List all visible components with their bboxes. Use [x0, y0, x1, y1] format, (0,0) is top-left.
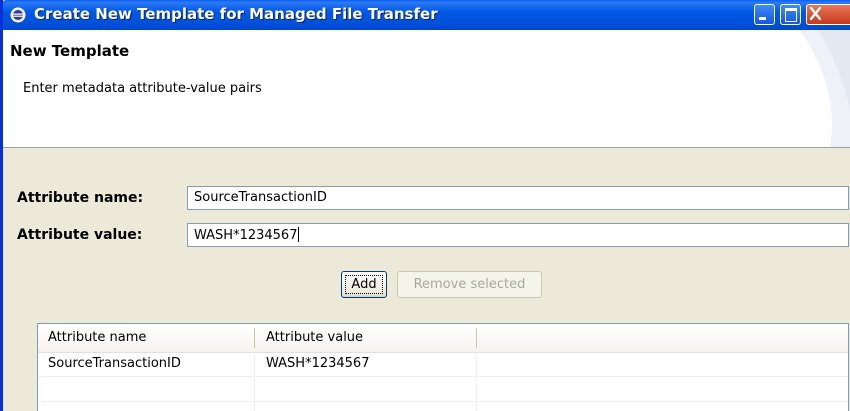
cell-attribute-name: SourceTransactionID	[48, 356, 181, 371]
page-title: New Template	[10, 42, 130, 60]
remove-selected-label: Remove selected	[413, 277, 526, 292]
attributes-table[interactable]: Attribute name Attribute value SourceTra…	[37, 323, 849, 411]
minimize-button[interactable]	[754, 4, 775, 25]
close-button[interactable]	[806, 4, 850, 25]
column-divider[interactable]	[476, 328, 477, 348]
attribute-name-label: Attribute name:	[17, 190, 144, 206]
focus-rect	[345, 275, 383, 294]
banner-graphic	[800, 30, 850, 147]
attribute-name-value: SourceTransactionID	[194, 190, 327, 205]
attribute-value-label: Attribute value:	[17, 227, 143, 243]
page-description: Enter metadata attribute-value pairs	[23, 81, 262, 96]
remove-selected-button[interactable]: Remove selected	[397, 271, 542, 298]
cell-attribute-value: WASH*1234567	[266, 356, 370, 371]
window-title: Create New Template for Managed File Tra…	[34, 5, 438, 23]
dialog-window: Create New Template for Managed File Tra…	[0, 0, 850, 411]
table-row[interactable]: SourceTransactionID WASH*1234567	[38, 352, 848, 377]
column-header-attribute-value[interactable]: Attribute value	[266, 330, 363, 345]
attribute-value-value: WASH*1234567	[194, 228, 298, 243]
column-header-attribute-name[interactable]: Attribute name	[48, 330, 146, 345]
title-bar[interactable]: Create New Template for Managed File Tra…	[3, 0, 850, 30]
close-icon	[809, 6, 822, 21]
text-caret	[298, 227, 300, 242]
attribute-value-input[interactable]: WASH*1234567	[187, 223, 849, 247]
wizard-banner: New Template Enter metadata attribute-va…	[3, 30, 850, 148]
eclipse-icon	[10, 7, 26, 23]
table-header: Attribute name Attribute value	[38, 324, 848, 353]
maximize-button[interactable]	[780, 4, 801, 25]
column-divider[interactable]	[254, 328, 255, 348]
add-button[interactable]: Add	[341, 271, 387, 298]
table-row-empty[interactable]	[38, 377, 848, 402]
attribute-name-input[interactable]: SourceTransactionID	[187, 186, 849, 210]
